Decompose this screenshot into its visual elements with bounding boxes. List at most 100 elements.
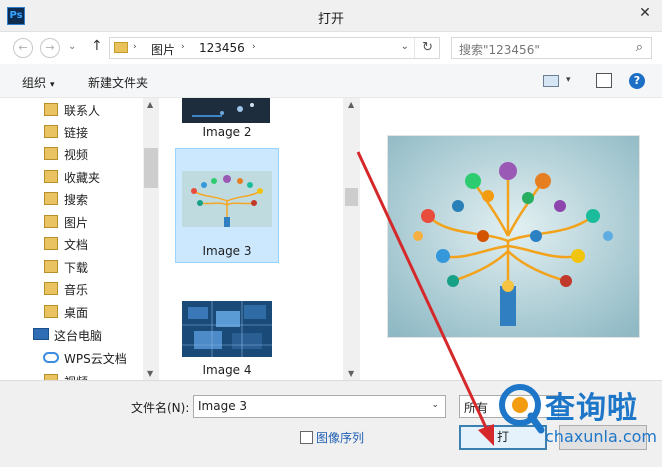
- sidebar-item-label: 这台电脑: [54, 329, 103, 343]
- sidebar-item-label: 收藏夹: [64, 171, 101, 185]
- navigation-pane-scrollbar[interactable]: [143, 98, 159, 380]
- filename-label: 文件名(N):: [131, 401, 190, 415]
- documents-folder-icon: [44, 237, 58, 250]
- address-bar[interactable]: › 图片 › 123456 › ⌄ ↻: [109, 37, 440, 59]
- searches-folder-icon: [44, 192, 58, 205]
- breadcrumb-pictures[interactable]: 图片: [151, 41, 175, 58]
- new-folder-button[interactable]: 新建文件夹: [88, 74, 148, 91]
- watermark-url: chaxunla.com: [545, 427, 657, 446]
- watermark: 查询啦 chaxunla.com: [495, 380, 662, 467]
- organize-button[interactable]: 组织 ▾: [22, 74, 55, 91]
- breadcrumb-separator-icon[interactable]: ›: [133, 42, 137, 52]
- scroll-down-icon[interactable]: ▼: [147, 369, 153, 378]
- sidebar-item-music[interactable]: 音乐: [0, 278, 143, 300]
- sidebar-item-label: 音乐: [64, 283, 89, 297]
- sidebar-item-documents[interactable]: 文档: [0, 233, 143, 255]
- sidebar-item-favorites[interactable]: 收藏夹: [0, 166, 143, 188]
- sidebar-item-searches[interactable]: 搜索: [0, 188, 143, 210]
- file-thumbnail: [182, 98, 270, 123]
- address-dropdown-icon[interactable]: ⌄: [401, 41, 409, 52]
- command-toolbar: 组织 ▾ 新建文件夹 ▾ ?: [0, 64, 662, 98]
- file-thumbnail: [182, 301, 272, 357]
- image-preview: [387, 135, 640, 338]
- sidebar-item-label: WPS云文档: [64, 352, 127, 366]
- watermark-text: 查询啦: [545, 391, 638, 426]
- title-bar: Ps 打开 ✕: [0, 0, 662, 32]
- file-list-scroll-thumb[interactable]: [345, 188, 358, 206]
- pictures-folder-icon: [44, 215, 58, 228]
- organize-label: 组织: [22, 76, 47, 90]
- sidebar-item-links[interactable]: 链接: [0, 121, 143, 143]
- file-name-label: Image 4: [202, 363, 252, 377]
- breadcrumb-separator-icon[interactable]: ›: [252, 42, 256, 52]
- file-item-image-2[interactable]: Image 2: [175, 98, 279, 146]
- navigation-bar: ← → ⌄ ↑ › 图片 › 123456 › ⌄ ↻ 搜索"123456" ⌕: [0, 32, 662, 64]
- computer-icon: [33, 328, 49, 340]
- sidebar-item-downloads[interactable]: 下载: [0, 256, 143, 278]
- image-sequence-checkbox[interactable]: [300, 431, 313, 444]
- refresh-icon[interactable]: ↻: [422, 40, 433, 55]
- music-folder-icon: [44, 282, 58, 295]
- videos-folder-icon: [44, 147, 58, 160]
- sidebar-item-pictures[interactable]: 图片: [0, 211, 143, 233]
- search-input[interactable]: 搜索"123456" ⌕: [451, 37, 652, 59]
- file-name-label: Image 3: [202, 244, 252, 258]
- forward-button[interactable]: →: [40, 38, 60, 58]
- address-divider: [414, 38, 415, 58]
- folder-icon: [114, 42, 128, 53]
- sidebar-item-label: 视频: [64, 148, 89, 162]
- sidebar-item-label: 联系人: [64, 104, 101, 118]
- navigation-pane: 联系人 链接 视频 收藏夹 搜索 图片 文档 下载 音乐 桌面 这台电脑 WPS…: [0, 98, 143, 380]
- sidebar-item-videos[interactable]: 视频: [0, 143, 143, 165]
- back-button[interactable]: ←: [13, 38, 33, 58]
- chevron-down-icon[interactable]: ⌄: [431, 400, 439, 410]
- sidebar-item-label: 图片: [64, 216, 89, 230]
- recent-locations-icon[interactable]: ⌄: [68, 41, 76, 52]
- dialog-title: 打开: [317, 12, 344, 27]
- sidebar-item-wps-cloud[interactable]: WPS云文档: [0, 347, 143, 369]
- sidebar-item-desktop[interactable]: 桌面: [0, 301, 143, 323]
- scroll-up-icon[interactable]: ▲: [147, 100, 153, 109]
- image-sequence-label[interactable]: 图像序列: [316, 429, 364, 446]
- change-view-icon[interactable]: [543, 75, 559, 87]
- desktop-folder-icon: [44, 305, 58, 318]
- filename-input[interactable]: Image 3 ⌄: [193, 395, 446, 418]
- search-icon[interactable]: ⌕: [636, 40, 643, 55]
- file-name-label: Image 2: [202, 125, 252, 139]
- sidebar-item-label: 下载: [64, 261, 89, 275]
- sidebar-item-videos-2[interactable]: 视频: [0, 370, 143, 380]
- breadcrumb-separator-icon[interactable]: ›: [181, 42, 185, 52]
- links-folder-icon: [44, 125, 58, 138]
- sidebar-item-label: 链接: [64, 126, 89, 140]
- file-list-scrollbar[interactable]: [343, 98, 360, 380]
- sidebar-item-label: 搜索: [64, 193, 89, 207]
- search-placeholder: 搜索"123456": [459, 43, 540, 57]
- filename-value: Image 3: [198, 399, 248, 413]
- scroll-down-icon[interactable]: ▼: [348, 369, 354, 378]
- close-button[interactable]: ✕: [628, 0, 662, 26]
- scroll-up-icon[interactable]: ▲: [348, 100, 354, 109]
- wps-cloud-icon: [43, 352, 59, 363]
- breadcrumb-folder[interactable]: 123456: [199, 41, 245, 55]
- file-item-image-3[interactable]: Image 3: [175, 148, 279, 263]
- file-thumbnail: [182, 171, 272, 227]
- navigation-pane-scroll-thumb[interactable]: [144, 148, 158, 188]
- favorites-folder-icon: [44, 170, 58, 183]
- sidebar-item-label: 文档: [64, 238, 89, 252]
- preview-pane: [360, 98, 662, 380]
- filetype-value: 所有: [464, 401, 489, 415]
- downloads-folder-icon: [44, 260, 58, 273]
- watermark-logo-icon: [499, 384, 545, 434]
- sidebar-item-contacts[interactable]: 联系人: [0, 99, 143, 121]
- file-item-image-4[interactable]: Image 4: [175, 294, 279, 380]
- view-options-caret-icon[interactable]: ▾: [566, 75, 571, 85]
- chevron-down-icon: ▾: [50, 80, 55, 90]
- up-one-level-button[interactable]: ↑: [91, 38, 103, 54]
- contacts-folder-icon: [44, 103, 58, 116]
- sidebar-item-label: 桌面: [64, 306, 89, 320]
- sidebar-item-label: 视频: [64, 373, 88, 380]
- file-list: Image 2 Image 3 Image 4: [159, 98, 343, 380]
- help-icon[interactable]: ?: [629, 73, 645, 89]
- sidebar-item-this-pc[interactable]: 这台电脑: [0, 324, 143, 346]
- preview-pane-toggle-icon[interactable]: [596, 73, 612, 88]
